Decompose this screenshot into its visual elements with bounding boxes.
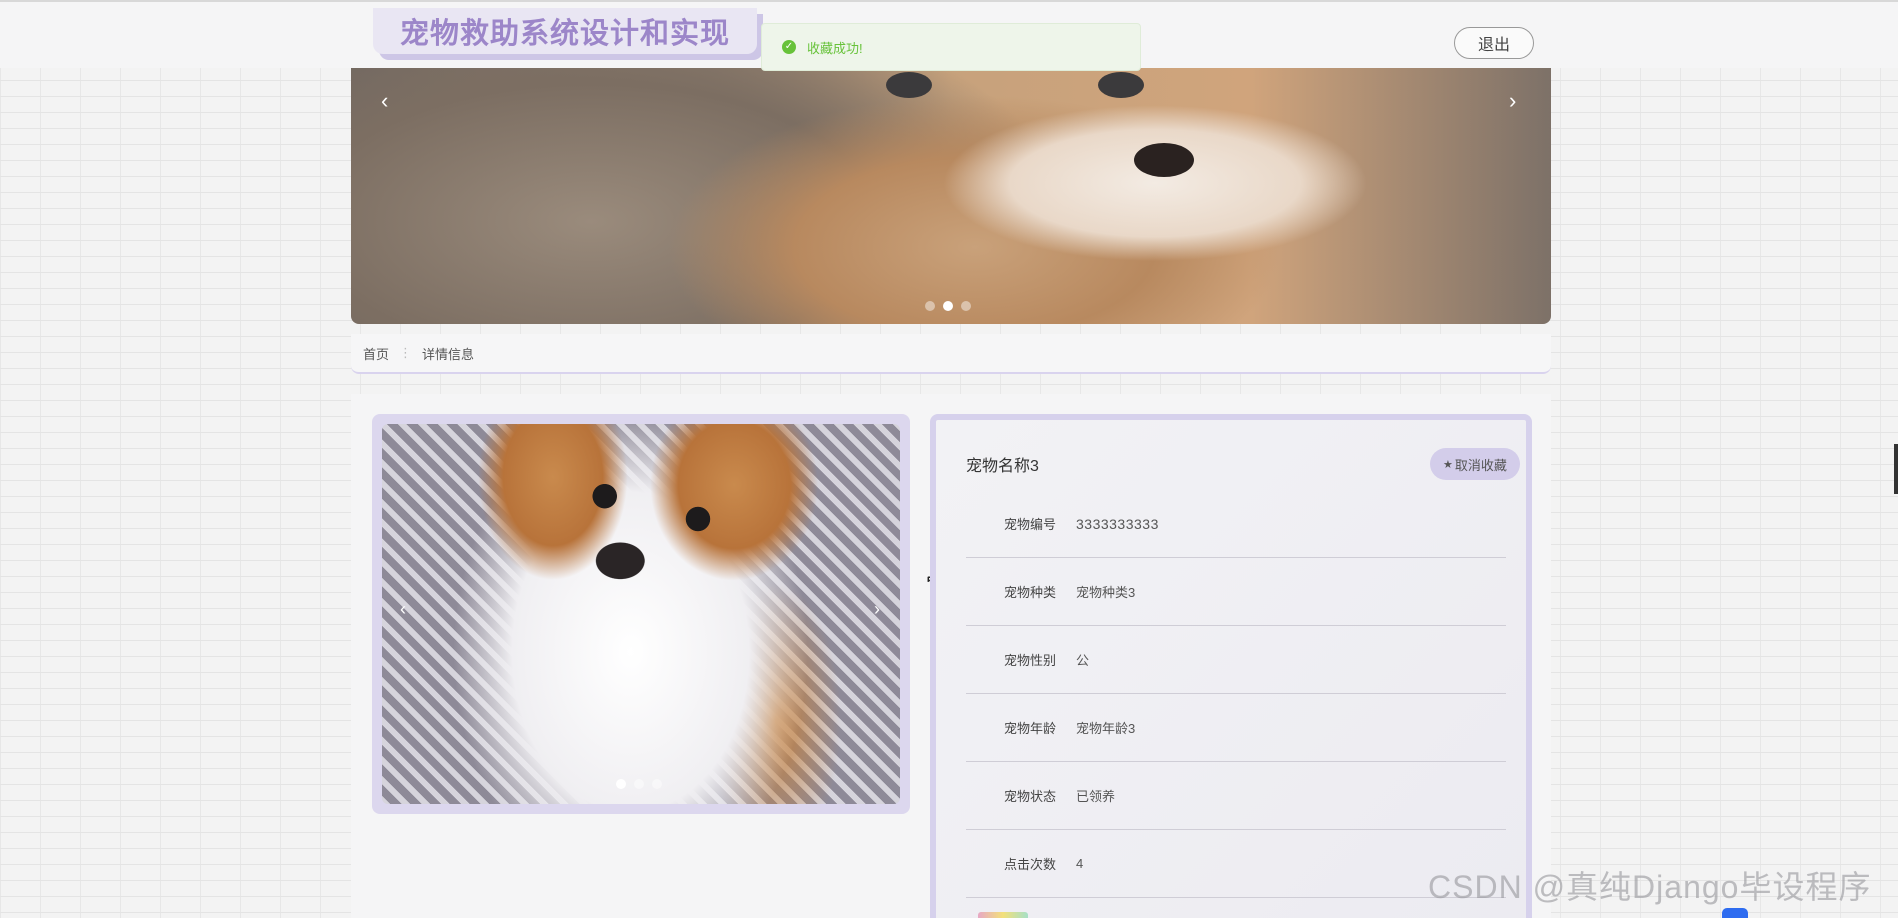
field-label: 宠物编号	[1003, 517, 1056, 532]
star-icon: ★	[1443, 458, 1453, 471]
site-title: 宠物救助系统设计和实现	[373, 8, 757, 54]
banner-dog-nose	[1134, 143, 1194, 177]
partial-tag-chip	[978, 912, 1028, 918]
breadcrumb: 首页 ⋮ 详情信息	[351, 334, 1551, 374]
field-label: 点击次数	[1003, 857, 1056, 872]
banner-dot-active[interactable]	[943, 301, 953, 311]
field-label: 宠物种类	[1003, 585, 1056, 600]
breadcrumb-home[interactable]: 首页	[363, 344, 389, 363]
banner-prev-arrow[interactable]: ‹	[381, 88, 388, 114]
scrollbar-thumb[interactable]	[1894, 444, 1898, 494]
unfavorite-button[interactable]: ★ 取消收藏	[1430, 448, 1520, 480]
banner-dot[interactable]	[961, 301, 971, 311]
gallery-dot[interactable]	[652, 779, 662, 789]
field-value: 3333333333	[1076, 515, 1159, 532]
field-row: 宠物种类 宠物种类3	[966, 558, 1506, 626]
pet-info-card: 宠物名称3 ★ 取消收藏 宠物编号 3333333333 宠物种类 宠物种类3 …	[930, 414, 1532, 918]
pet-image-carousel: ‹ ›	[382, 424, 900, 804]
unfavorite-label: 取消收藏	[1454, 457, 1507, 473]
gallery-prev-arrow[interactable]: ‹	[400, 599, 406, 620]
pet-name: 宠物名称3	[966, 458, 1039, 475]
gallery-dot[interactable]	[634, 779, 644, 789]
field-value: 已领养	[1076, 789, 1116, 804]
field-row: 宠物年龄 宠物年龄3	[966, 694, 1506, 762]
field-label: 宠物状态	[1003, 789, 1056, 804]
field-value: 宠物种类3	[1076, 585, 1136, 600]
banner-next-arrow[interactable]: ›	[1509, 88, 1516, 114]
field-row: 宠物状态 已领养	[966, 762, 1506, 830]
floating-widget-icon[interactable]	[1722, 908, 1748, 918]
field-label: 宠物年龄	[1003, 721, 1056, 736]
field-row: 宠物性别 公	[966, 626, 1506, 694]
banner-dog-eye-right	[1098, 72, 1144, 98]
field-row: 宠物编号 3333333333	[966, 490, 1506, 558]
banner-dog-eye-left	[886, 72, 932, 98]
field-value: 4	[1076, 856, 1084, 871]
banner-carousel: ‹ ›	[351, 68, 1551, 324]
toast-message: 收藏成功!	[807, 40, 863, 56]
pet-fields: 宠物编号 3333333333 宠物种类 宠物种类3 宠物性别 公 宠物年龄 宠…	[966, 490, 1506, 898]
field-label: 宠物性别	[1003, 653, 1056, 668]
banner-dot[interactable]	[925, 301, 935, 311]
banner-pagination	[925, 301, 971, 311]
watermark: CSDN @真纯Django毕设程序	[1428, 869, 1872, 905]
field-row: 点击次数 4	[966, 830, 1506, 898]
pet-image-card: ‹ ›	[372, 414, 910, 814]
breadcrumb-current: 详情信息	[422, 346, 475, 362]
gallery-dot-active[interactable]	[616, 779, 626, 789]
field-value: 宠物年龄3	[1076, 721, 1136, 736]
field-value: 公	[1076, 653, 1090, 668]
logout-button[interactable]: 退出	[1454, 27, 1534, 59]
check-circle-icon: ✓	[782, 40, 796, 54]
gallery-pagination	[616, 779, 662, 789]
breadcrumb-separator: ⋮	[399, 345, 413, 360]
success-toast: ✓ 收藏成功!	[761, 23, 1141, 71]
gallery-next-arrow[interactable]: ›	[874, 599, 880, 620]
